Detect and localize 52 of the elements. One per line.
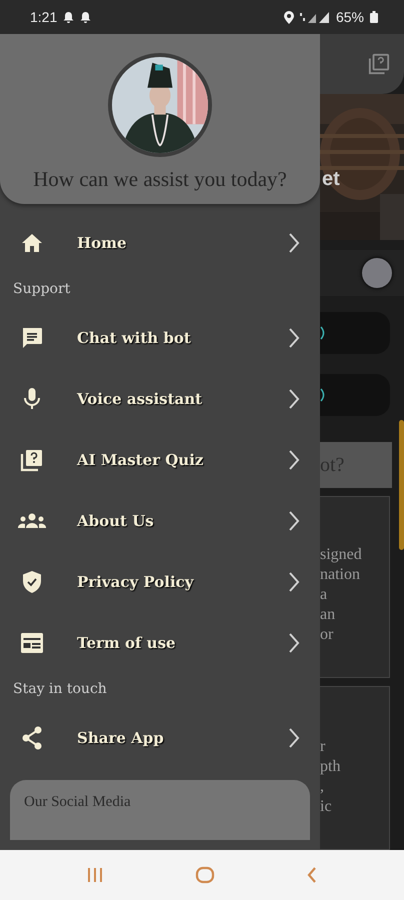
card-text: pth — [320, 757, 342, 777]
menu-item[interactable]: About Us — [0, 490, 320, 551]
menu-item[interactable]: Chat with bot — [0, 307, 320, 368]
document-icon — [20, 632, 44, 654]
card-text: signed — [320, 545, 363, 565]
share-icon — [21, 726, 43, 750]
signal-icon — [300, 11, 330, 23]
menu-item[interactable]: Privacy Policy — [0, 551, 320, 612]
chevron-right-icon — [288, 570, 300, 592]
chevron-right-icon — [288, 510, 300, 532]
menu-item[interactable]: Share App — [0, 707, 320, 768]
back-icon — [306, 866, 318, 884]
card-text: , — [320, 777, 325, 797]
chevron-right-icon — [288, 726, 300, 748]
shield-icon — [22, 570, 42, 594]
chevron-right-icon — [288, 448, 300, 470]
home-icon — [21, 232, 43, 252]
microphone-icon — [23, 386, 41, 410]
menu-item[interactable]: Home — [0, 212, 320, 273]
people-icon — [18, 512, 46, 530]
card-text: or — [320, 625, 334, 645]
menu-item[interactable]: Voice assistant — [0, 368, 320, 429]
card-text: r — [320, 737, 326, 757]
chevron-right-icon — [288, 326, 300, 348]
greeting-text: How can we assist you today? — [33, 167, 287, 192]
chevron-right-icon — [288, 388, 300, 410]
recent-apps-icon — [86, 867, 104, 883]
title-text: et — [322, 168, 340, 191]
round-button[interactable] — [362, 258, 392, 288]
section-heading: Stay in touch — [12, 680, 108, 699]
bell-icon — [80, 11, 92, 23]
menu-item[interactable]: AI Master Quiz — [0, 429, 320, 490]
social-media-card: Our Social Media — [10, 780, 310, 840]
section-heading: Support — [12, 280, 72, 299]
card-text: nation — [320, 565, 361, 585]
card-text: a — [320, 585, 328, 605]
clock-time: 1:21 — [30, 9, 58, 25]
location-icon — [284, 10, 294, 24]
chevron-right-icon — [288, 232, 300, 254]
arc-icon — [320, 388, 326, 402]
card-text: ic — [320, 797, 333, 817]
battery-icon — [370, 11, 378, 23]
card-text: an — [320, 605, 336, 625]
quiz-icon[interactable] — [368, 53, 390, 75]
arc-icon — [320, 326, 326, 340]
bell-icon — [63, 11, 74, 23]
menu-item[interactable]: Term of use — [0, 612, 320, 673]
home-icon — [194, 866, 215, 884]
chat-icon — [20, 326, 44, 350]
chevron-right-icon — [288, 632, 300, 654]
quiz-icon — [20, 448, 44, 472]
battery-percent: 65% — [336, 9, 364, 25]
